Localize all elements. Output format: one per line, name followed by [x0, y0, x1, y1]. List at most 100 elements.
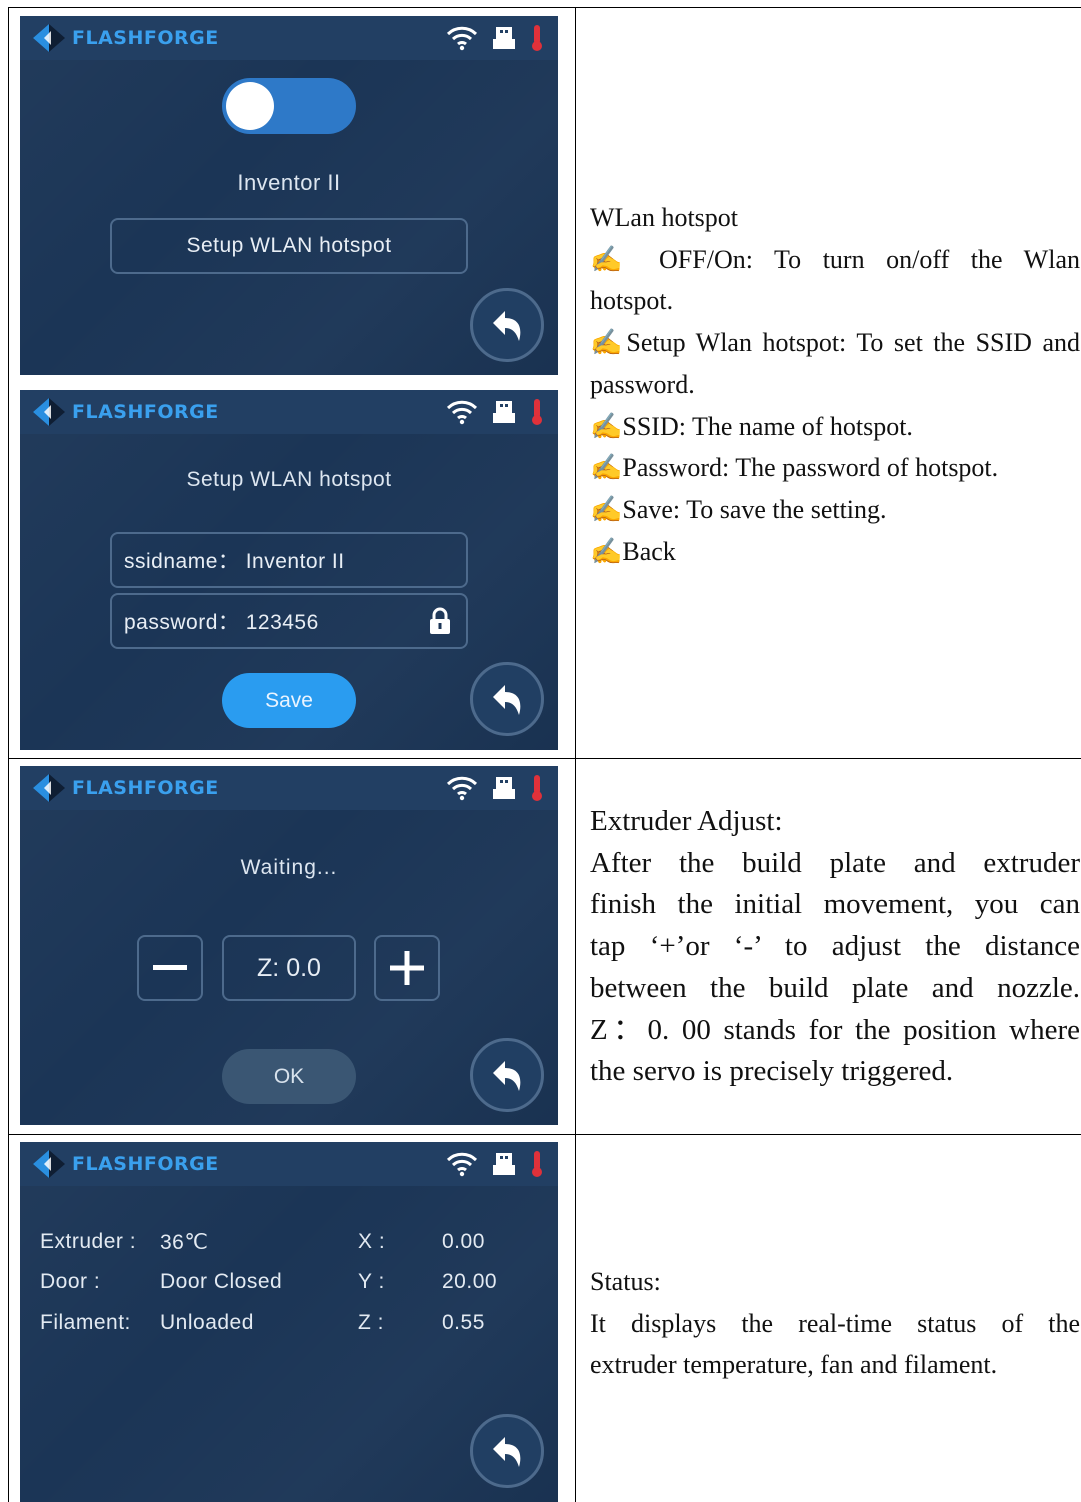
desc-line: password. — [590, 369, 695, 399]
desc-line: ✍Save: To save the setting. — [590, 494, 887, 524]
door-label: Door : — [40, 1270, 101, 1293]
desc-title: Extruder Adjust: — [590, 805, 783, 837]
desc-line: ✍Password: The password of hotspot. — [590, 453, 999, 483]
toggle-knob — [226, 82, 274, 130]
brand-logo: FLASHFORGE — [32, 1150, 219, 1178]
logo-icon — [33, 1150, 65, 1178]
extruder-label: Extruder : — [40, 1230, 137, 1253]
header-bar: FLASHFORGE — [20, 766, 558, 810]
brand-logo: FLASHFORGE — [32, 24, 219, 52]
x-label: X : — [358, 1230, 386, 1253]
table-row-divider-1 — [8, 758, 1081, 759]
waiting-status: Waiting... — [240, 856, 338, 879]
logo-icon — [33, 398, 65, 426]
brand-logo: FLASHFORGE — [32, 774, 219, 802]
ok-button[interactable]: OK — [222, 1049, 356, 1104]
filament-label: Filament: — [40, 1311, 131, 1334]
z-label: Z : — [358, 1311, 384, 1334]
description-wlan: WLan hotspot ✍ OFF/On: To turn on/off th… — [590, 197, 1080, 572]
thermometer-icon — [532, 1151, 542, 1177]
usb-icon — [493, 777, 515, 799]
back-button[interactable] — [470, 662, 544, 736]
plus-icon — [390, 951, 424, 985]
brand-name: FLASHFORGE — [72, 777, 219, 799]
password-text: password： 123456 — [124, 611, 319, 634]
device-name: Inventor II — [237, 170, 341, 195]
setup-wlan-button[interactable]: Setup WLAN hotspot — [110, 218, 468, 274]
ssid-field[interactable]: ssidname： Inventor II — [110, 532, 468, 588]
password-field[interactable]: password： 123456 — [110, 593, 468, 649]
desc-line: It displays the real-time status of the — [590, 1308, 1080, 1338]
back-button[interactable] — [470, 288, 544, 362]
lock-icon[interactable] — [428, 607, 452, 635]
desc-line: tap ‘+’or ‘-’ to adjust the distance — [590, 930, 1080, 963]
door-value: Door Closed — [160, 1270, 283, 1293]
description-extruder-adjust: Extruder Adjust: After the build plate a… — [590, 801, 1080, 1093]
status-icons — [446, 774, 544, 802]
thermometer-icon — [532, 399, 542, 425]
desc-line: between the build plate and nozzle. — [590, 971, 1080, 1004]
desc-line: ✍ OFF/On: To turn on/off the Wlan — [590, 244, 1080, 274]
ssid-text: ssidname： Inventor II — [124, 550, 345, 573]
thermometer-icon — [532, 775, 542, 801]
save-button[interactable]: Save — [222, 673, 356, 728]
hotspot-toggle[interactable] — [222, 78, 356, 134]
setup-title: Setup WLAN hotspot — [186, 468, 392, 491]
brand-name: FLASHFORGE — [72, 401, 219, 423]
filament-value: Unloaded — [160, 1311, 254, 1334]
back-icon — [493, 311, 521, 341]
back-button[interactable] — [470, 1038, 544, 1112]
brand-logo: FLASHFORGE — [32, 398, 219, 426]
desc-line: ✍Setup Wlan hotspot: To set the SSID and — [590, 328, 1080, 358]
thermometer-icon — [532, 25, 542, 51]
table-row-divider-2 — [8, 1134, 1081, 1135]
screen-status: FLASHFORGE Extruder : 36℃ X : 0.00 Door … — [20, 1142, 558, 1502]
desc-line: After the build plate and extruder — [590, 846, 1080, 879]
back-icon — [493, 1061, 521, 1091]
status-icons — [446, 398, 544, 426]
logo-icon — [33, 24, 65, 52]
back-icon — [493, 1437, 521, 1467]
wifi-icon — [446, 400, 478, 425]
y-value: 20.00 — [442, 1270, 498, 1293]
z-value: 0.55 — [442, 1311, 485, 1334]
header-bar: FLASHFORGE — [20, 16, 558, 60]
back-button[interactable] — [470, 1414, 544, 1488]
usb-icon — [493, 1153, 515, 1175]
z-value-display: Z: 0.0 — [222, 935, 356, 1001]
screen-extruder-adjust: FLASHFORGE Waiting... Z: 0.0 OK — [20, 766, 558, 1125]
table-border-left — [8, 7, 9, 1502]
desc-line: hotspot. — [590, 286, 674, 316]
plus-button[interactable] — [374, 935, 440, 1001]
back-icon — [493, 685, 521, 715]
wifi-icon — [446, 776, 478, 801]
usb-icon — [493, 401, 515, 423]
desc-line: ✍Back — [590, 536, 676, 566]
desc-line: extruder temperature, fan and filament. — [590, 1350, 998, 1380]
brand-name: FLASHFORGE — [72, 27, 219, 49]
screen-wlan-toggle: FLASHFORGE Inventor II Setup WLAN hotspo… — [20, 16, 558, 375]
desc-line: Z：0. 00 stands for the position where — [590, 1013, 1080, 1046]
desc-title: Status: — [590, 1267, 661, 1296]
status-icons — [446, 24, 544, 52]
header-bar: FLASHFORGE — [20, 1142, 558, 1186]
header-bar: FLASHFORGE — [20, 390, 558, 434]
desc-line: finish the initial movement, you can — [590, 888, 1080, 921]
wifi-icon — [446, 1152, 478, 1177]
minus-button[interactable] — [137, 935, 203, 1001]
logo-icon — [33, 774, 65, 802]
status-icons — [446, 1150, 544, 1178]
screen-setup-wlan: FLASHFORGE Setup WLAN hotspot ssidname： … — [20, 390, 558, 750]
brand-name: FLASHFORGE — [72, 1153, 219, 1175]
description-status: Status: It displays the real-time status… — [590, 1261, 1080, 1386]
table-divider-vertical — [575, 7, 576, 1502]
table-border-top — [8, 7, 1081, 8]
wifi-icon — [446, 26, 478, 51]
desc-line: the servo is precisely triggered. — [590, 1055, 954, 1088]
y-label: Y : — [358, 1270, 385, 1293]
desc-line: ✍SSID: The name of hotspot. — [590, 411, 913, 441]
usb-icon — [493, 27, 515, 49]
minus-icon — [153, 965, 187, 970]
x-value: 0.00 — [442, 1230, 485, 1253]
desc-title: WLan hotspot — [590, 203, 739, 232]
